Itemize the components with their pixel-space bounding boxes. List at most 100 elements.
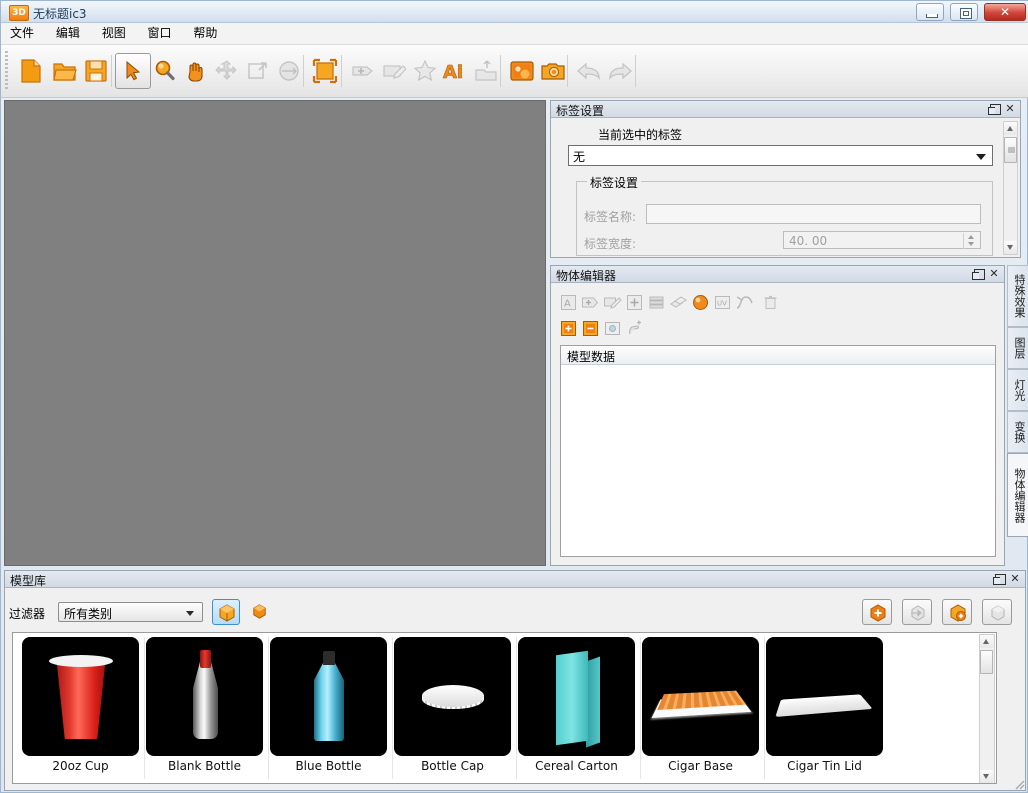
model-thumbnail — [766, 637, 883, 756]
label-settings-group-title: 标签设置 — [587, 174, 641, 191]
object-add-button[interactable] — [625, 293, 644, 312]
zoom-magnifier-icon — [153, 59, 177, 83]
move-icon — [215, 59, 239, 83]
label-panel-scrollbar[interactable] — [1003, 121, 1018, 255]
sidebar-tab-layers[interactable]: 图层 — [1007, 327, 1028, 369]
sidebar-tab-object-editor[interactable]: 物体编辑器 — [1007, 453, 1028, 537]
new-document-button[interactable] — [13, 53, 49, 89]
cereal-carton-shape — [556, 651, 588, 745]
library-item[interactable]: 20oz Cup — [19, 637, 142, 779]
object-remove-model-button[interactable] — [581, 319, 600, 338]
toolbar-grip[interactable] — [5, 51, 8, 91]
resize-grip-icon[interactable] — [1013, 778, 1025, 790]
model-thumbnail — [642, 637, 759, 756]
library-item[interactable]: Cigar Base — [639, 637, 762, 779]
object-delete-button[interactable] — [761, 293, 780, 312]
menu-item-file[interactable]: 文件 — [1, 23, 43, 44]
menu-item-window[interactable]: 窗口 — [139, 23, 181, 44]
panel-close-button[interactable]: ✕ — [987, 267, 1001, 281]
camera-button[interactable] — [535, 53, 571, 89]
sidebar-tab-lighting[interactable]: 灯光 — [1007, 369, 1028, 411]
float-icon[interactable] — [990, 104, 1001, 115]
object-preview-button[interactable] — [603, 319, 622, 338]
redo-icon — [607, 60, 633, 82]
maximize-icon — [960, 8, 972, 19]
object-hand-add-button[interactable] — [625, 319, 644, 338]
category-filter-select[interactable]: 所有类别 — [58, 602, 203, 622]
red-cup-shape — [53, 659, 109, 739]
add-variant-button[interactable] — [942, 599, 972, 625]
panel-close-button[interactable]: ✕ — [1008, 572, 1022, 586]
float-icon[interactable] — [995, 574, 1006, 585]
model-library-grid[interactable]: 20oz Cup Blank Bottle Blue Bottle Bott — [12, 632, 997, 784]
object-add-label-button[interactable] — [581, 293, 600, 312]
library-item[interactable]: Cereal Carton — [515, 637, 638, 779]
label-width-input[interactable]: 40. 00 — [783, 231, 981, 249]
remove-model-button[interactable] — [982, 599, 1012, 625]
close-button[interactable]: ✕ — [984, 3, 1026, 21]
float-icon[interactable] — [974, 269, 985, 280]
window-controls: ✕ — [914, 3, 1026, 21]
select-tool-button[interactable] — [115, 53, 151, 89]
label-settings-panel: 标签设置 ✕ 当前选中的标签 无 标签设置 标签名称: 标签宽度: 40. 00 — [550, 100, 1021, 258]
minimize-button[interactable] — [916, 3, 944, 21]
scrollbar-thumb[interactable] — [1004, 137, 1017, 163]
main-toolbar: Ai — [1, 45, 1028, 98]
scale-icon — [246, 59, 270, 83]
camera-icon — [540, 59, 566, 83]
library-item[interactable]: Bottle Cap — [391, 637, 514, 779]
menu-item-help[interactable]: 帮助 — [184, 23, 226, 44]
object-curve-button[interactable] — [735, 293, 754, 312]
new-document-icon — [18, 58, 44, 84]
sidebar-tab-special-effects[interactable]: 特殊效果 — [1007, 265, 1028, 327]
label-name-label: 标签名称: — [584, 208, 636, 225]
select-arrow-icon — [122, 60, 144, 82]
object-editor-panel: 物体编辑器 ✕ A — [550, 265, 1005, 566]
model-data-tree[interactable]: 模型数据 — [560, 345, 996, 557]
maximize-button[interactable] — [950, 3, 978, 21]
object-add-model-button[interactable] — [559, 319, 578, 338]
menu-item-view[interactable]: 视图 — [93, 23, 135, 44]
curve-icon — [735, 293, 754, 312]
text-box-icon: A — [559, 293, 578, 312]
toolbar-separator — [635, 55, 636, 87]
sidebar-tab-transform[interactable]: 变换 — [1007, 411, 1028, 453]
scroll-up-button[interactable] — [1004, 122, 1017, 135]
menu-item-edit[interactable]: 编辑 — [47, 23, 89, 44]
cube-grid-view-icon — [217, 603, 237, 623]
grid-view-button[interactable] — [212, 599, 240, 625]
object-layers-button[interactable] — [647, 293, 666, 312]
library-item[interactable]: Blue Bottle — [267, 637, 390, 779]
current-label-select[interactable]: 无 — [568, 145, 993, 166]
viewport-canvas[interactable] — [4, 100, 546, 566]
object-text-button[interactable]: A — [559, 293, 578, 312]
fit-view-button[interactable] — [307, 53, 343, 89]
add-model-button[interactable] — [862, 599, 892, 625]
svg-text:Ai: Ai — [443, 62, 463, 83]
label-name-input[interactable] — [646, 204, 981, 224]
library-item[interactable]: Blank Bottle — [143, 637, 266, 779]
scrollbar-thumb[interactable] — [980, 650, 993, 674]
chevron-down-icon — [976, 154, 986, 160]
library-scrollbar[interactable] — [979, 634, 995, 784]
list-view-button[interactable] — [249, 601, 271, 623]
redo-button[interactable] — [602, 53, 638, 89]
scroll-down-button[interactable] — [980, 770, 993, 783]
scroll-down-button[interactable] — [1004, 241, 1017, 254]
label-width-stepper[interactable] — [963, 233, 979, 249]
rotate-tool-button[interactable] — [271, 53, 307, 89]
app-logo-icon: 3D — [9, 5, 29, 21]
library-item[interactable]: Cigar Tin Lid — [763, 637, 886, 779]
object-edit-label-button[interactable] — [603, 293, 622, 312]
model-thumbnail — [394, 637, 511, 756]
hand-add-icon — [625, 319, 644, 338]
scroll-up-button[interactable] — [980, 635, 993, 648]
save-button[interactable] — [78, 53, 114, 89]
object-material-sphere-button[interactable] — [691, 293, 710, 312]
panel-close-button[interactable]: ✕ — [1003, 102, 1017, 116]
object-uv-button[interactable]: UV — [713, 293, 732, 312]
import-model-button[interactable] — [902, 599, 932, 625]
object-materials-button[interactable] — [669, 293, 688, 312]
export-button[interactable] — [468, 53, 504, 89]
close-icon: ✕ — [985, 4, 1025, 20]
